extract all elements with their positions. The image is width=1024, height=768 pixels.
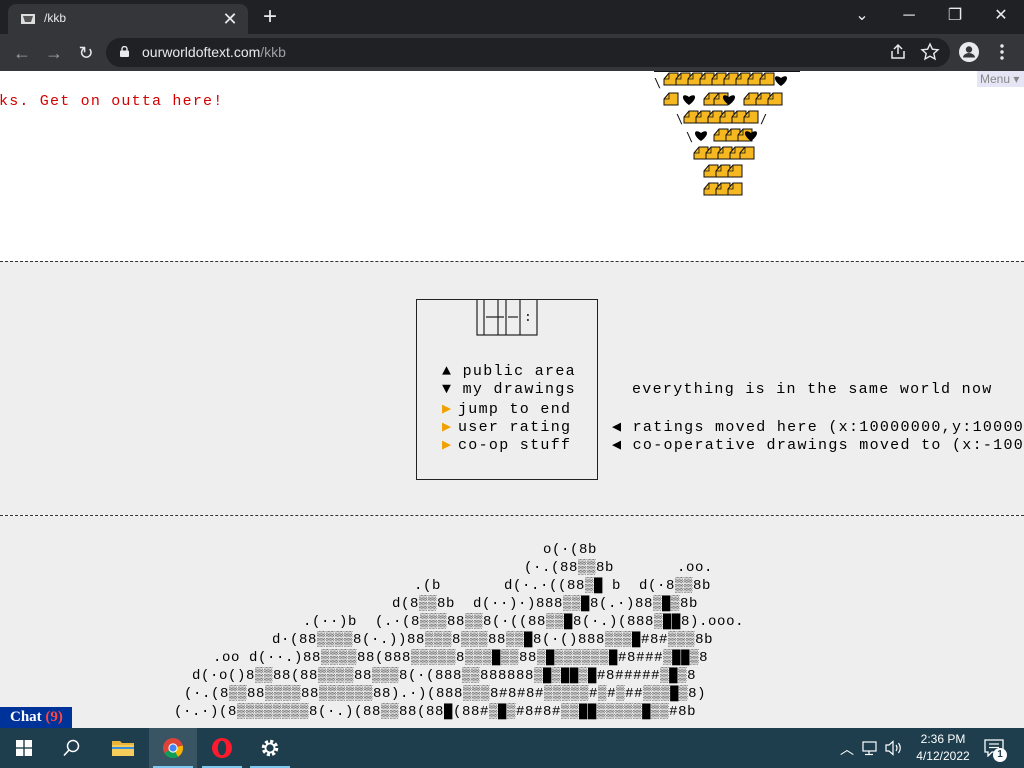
chat-label: Chat <box>10 709 42 725</box>
address-bar[interactable]: ourworldoftext.com/kkb <box>106 38 950 67</box>
nav-my-drawings[interactable]: ▼ my drawings <box>442 381 576 398</box>
nav-user-rating[interactable]: ▶ user rating <box>442 417 571 436</box>
tab-close-icon[interactable]: ✕ <box>220 9 240 29</box>
menu-button[interactable]: Menu ▾ <box>977 71 1024 87</box>
lock-icon <box>120 46 129 57</box>
nav-label: user rating <box>458 419 572 436</box>
ascii-art-line: o(·(8b <box>543 542 598 558</box>
search-button[interactable] <box>48 728 96 768</box>
ascii-art-line: (·.·)(8▒▒▒▒▒▒▒▒8(·.)(88▒▒88(88█(88#▒█▒#8… <box>174 704 697 720</box>
divider-top <box>0 261 1024 262</box>
chrome-icon <box>163 738 184 759</box>
ascii-art-line: (·.(8▒▒88▒▒▒▒88▒▒▒▒▒▒88).·)(888▒▒▒8#8#8#… <box>184 686 707 702</box>
windows-logo-icon <box>16 740 32 756</box>
nav-label: co-op stuff <box>458 437 572 454</box>
clock-time: 2:36 PM <box>920 732 966 746</box>
orange-arrow-icon: ▶ <box>442 437 453 454</box>
svg-text::: : <box>524 310 532 325</box>
show-hidden-icons-chevron-icon[interactable]: ︿ <box>840 739 854 759</box>
orange-arrow-icon: ▶ <box>442 419 453 436</box>
cheese-art-icon: \ \ / \ <box>654 71 800 196</box>
chat-button[interactable]: Chat (9) <box>0 707 72 728</box>
volume-icon[interactable] <box>885 740 903 756</box>
new-tab-button[interactable]: + <box>258 5 282 30</box>
minimize-button[interactable]: ─ <box>887 2 931 30</box>
note-coop-moved: ◀ co-operative drawings moved to (x:-100… <box>612 437 1024 454</box>
nav-jump-to-end[interactable]: ▶ jump to end <box>442 399 571 418</box>
network-icon[interactable] <box>862 740 880 756</box>
settings-taskbar-button[interactable] <box>246 728 294 768</box>
svg-text:\: \ <box>686 130 693 144</box>
restore-button[interactable]: ❐ <box>933 2 977 30</box>
url-text: ourworldoftext.com/kkb <box>142 44 286 60</box>
share-icon[interactable] <box>888 42 908 62</box>
clock-date: 4/12/2022 <box>916 749 970 763</box>
reload-button[interactable]: ↻ <box>73 40 99 66</box>
note-same-world: everything is in the same world now <box>632 381 993 398</box>
nav-public-area[interactable]: ▲ public area <box>442 363 576 380</box>
bookmark-star-icon[interactable] <box>920 42 940 62</box>
notification-count-badge: 1 <box>993 748 1007 762</box>
ascii-logo-icon: : <box>476 299 538 336</box>
page-canvas[interactable]: ks. Get on outta here! \ \ / \ Menu ▾: … <box>0 71 1024 728</box>
chrome-taskbar-button[interactable] <box>149 728 197 768</box>
opera-icon <box>212 738 232 758</box>
file-explorer-button[interactable] <box>99 728 147 768</box>
browser-tab[interactable]: /kkb ✕ <box>8 4 248 34</box>
note-ratings-moved: ◀ ratings moved here (x:10000000,y:10000… <box>612 419 1024 436</box>
ascii-art-line: .(··)b (.·(8▒▒▒88▒▒8(·((88▒▒█8(·.)(888▒█… <box>303 614 745 630</box>
browser-tab-bar: /kkb ✕ + ⌄ ─ ❐ ✕ <box>0 0 1024 34</box>
tab-search-chevron-icon[interactable]: ⌄ <box>840 2 884 30</box>
nav-box: : ▲ public area ▼ my drawings ▶ jump to e… <box>416 299 598 480</box>
forward-button[interactable]: → <box>41 40 67 66</box>
system-clock[interactable]: 2:36 PM 4/12/2022 <box>908 731 978 765</box>
search-icon <box>63 739 80 757</box>
close-window-button[interactable]: ✕ <box>979 2 1023 30</box>
site-favicon-icon <box>21 14 35 24</box>
browser-menu-icon[interactable] <box>991 41 1013 63</box>
orange-arrow-icon: ▶ <box>442 401 453 418</box>
windows-taskbar: ︿ 2:36 PM 4/12/2022 1 <box>0 728 1024 768</box>
folder-icon <box>112 741 134 756</box>
url-domain: ourworldoftext.com <box>142 44 261 60</box>
ascii-art-line: .(b d(·.·((88▒█ b d(·8▒▒8b <box>414 578 712 594</box>
gear-icon <box>261 739 279 757</box>
ascii-art-line: .oo d(··.)88▒▒▒▒88(888▒▒▒▒▒8▒▒▒█▒▒88▒█▒▒… <box>213 650 709 666</box>
back-button[interactable]: ← <box>9 40 35 66</box>
chat-unread-count: (9) <box>45 709 63 725</box>
ascii-art-line: (·.(88▒▒8b .oo. <box>524 560 714 576</box>
browser-toolbar: ← → ↻ ourworldoftext.com/kkb <box>0 34 1024 71</box>
svg-text:\: \ <box>654 76 661 90</box>
url-path: /kkb <box>260 44 286 60</box>
profile-avatar-icon[interactable] <box>958 41 980 63</box>
banner-text: ks. Get on outta here! <box>0 93 224 110</box>
nav-coop-stuff[interactable]: ▶ co-op stuff <box>442 435 571 454</box>
svg-text:/: / <box>760 112 767 126</box>
start-button[interactable] <box>0 728 48 768</box>
ascii-art-line: d(8▒▒8b d(··)·)888▒▒█8(.·)88▒█▒8b <box>392 596 699 612</box>
ascii-art-line: d·(88▒▒▒▒8(·.))88▒▒▒8▒▒▒88▒▒█8(·()888▒▒▒… <box>272 632 714 648</box>
ascii-art-line: d(·o()8▒▒88(88▒▒▒▒88▒▒▒8(·(888▒▒888888▒█… <box>192 668 697 684</box>
svg-text:\: \ <box>676 112 683 126</box>
nav-label: jump to end <box>458 401 572 418</box>
opera-taskbar-button[interactable] <box>198 728 246 768</box>
tab-title: /kkb <box>44 11 67 25</box>
